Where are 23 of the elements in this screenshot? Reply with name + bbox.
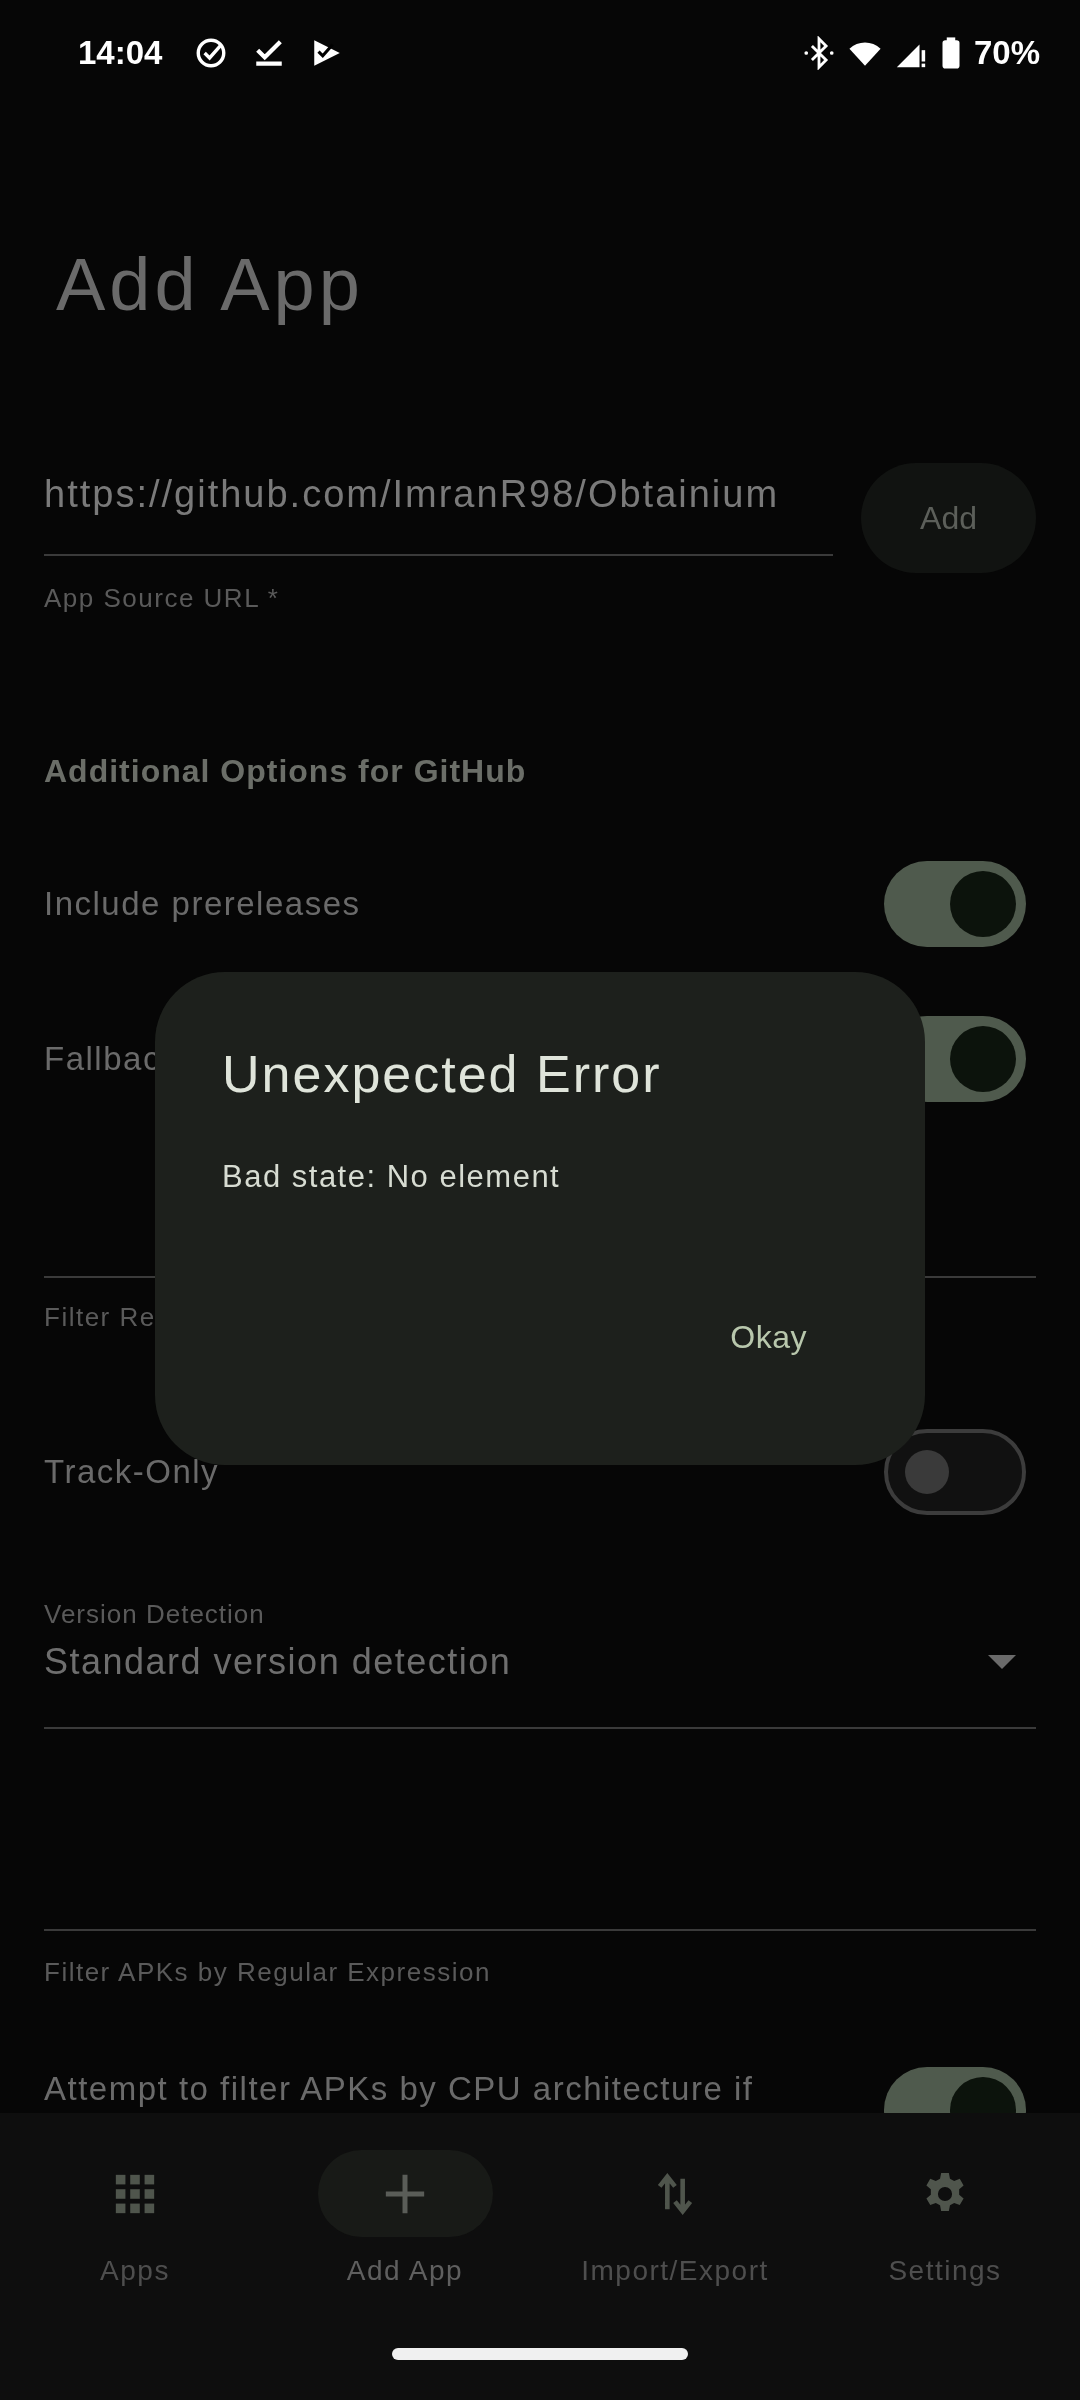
dialog-title: Unexpected Error — [222, 1044, 663, 1105]
option-label: Track-Only — [44, 1453, 220, 1490]
section-title: Additional Options for GitHub — [44, 752, 528, 791]
field-label: Filter APKs by Regular Expression — [44, 1957, 491, 1987]
version-dropdown[interactable]: Standard version detection — [44, 1637, 1036, 1729]
okay-button[interactable]: Okay — [722, 1307, 815, 1368]
url-field[interactable]: https://github.com/ImranR98/Obtainium — [44, 464, 833, 556]
battery-level: 70% — [973, 33, 1040, 72]
option-label: Attempt to filter APKs by CPU architecture if — [44, 2071, 754, 2107]
add-button[interactable]: Add — [861, 463, 1036, 573]
caret-icon — [988, 1655, 1016, 1669]
option-label: Include prereleases — [44, 885, 361, 922]
option-label: Fallbac — [44, 1040, 161, 1077]
nav-tab[interactable]: Apps — [0, 2150, 270, 2287]
dropdown-label: Version Detection — [44, 1599, 266, 1629]
nav-tab[interactable]: Settings — [810, 2150, 1080, 2287]
nav-tab[interactable]: Add App — [270, 2150, 540, 2287]
nav-tab[interactable]: Import/Export — [540, 2150, 810, 2287]
status-time: 14:04 — [78, 33, 163, 72]
page-title: Add App — [55, 242, 365, 328]
field-label: Filter Re — [44, 1302, 156, 1332]
field-label: App Source URL * — [44, 583, 280, 613]
dialog-message: Bad state: No element — [222, 1158, 562, 1196]
